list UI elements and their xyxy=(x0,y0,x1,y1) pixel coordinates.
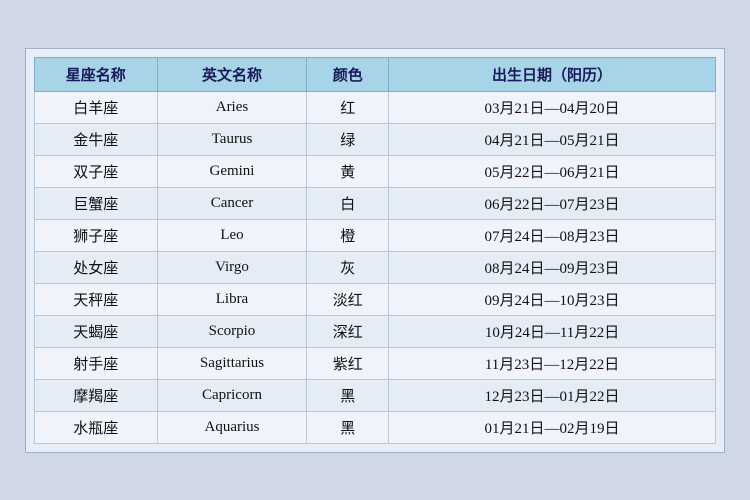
cell-en: Capricorn xyxy=(157,379,307,411)
cell-color: 深红 xyxy=(307,315,389,347)
cell-en: Scorpio xyxy=(157,315,307,347)
cell-en: Cancer xyxy=(157,187,307,219)
cell-cn: 天秤座 xyxy=(35,283,158,315)
cell-date: 08月24日—09月23日 xyxy=(389,251,716,283)
cell-color: 黑 xyxy=(307,411,389,443)
cell-date: 01月21日—02月19日 xyxy=(389,411,716,443)
table-row: 天秤座Libra淡红09月24日—10月23日 xyxy=(35,283,716,315)
table-row: 摩羯座Capricorn黑12月23日—01月22日 xyxy=(35,379,716,411)
cell-date: 06月22日—07月23日 xyxy=(389,187,716,219)
cell-cn: 狮子座 xyxy=(35,219,158,251)
cell-date: 09月24日—10月23日 xyxy=(389,283,716,315)
cell-cn: 双子座 xyxy=(35,155,158,187)
cell-cn: 白羊座 xyxy=(35,91,158,123)
cell-cn: 处女座 xyxy=(35,251,158,283)
cell-color: 红 xyxy=(307,91,389,123)
cell-color: 橙 xyxy=(307,219,389,251)
table-row: 射手座Sagittarius紫红11月23日—12月22日 xyxy=(35,347,716,379)
header-color: 颜色 xyxy=(307,57,389,91)
table-row: 处女座Virgo灰08月24日—09月23日 xyxy=(35,251,716,283)
cell-cn: 水瓶座 xyxy=(35,411,158,443)
table-row: 金牛座Taurus绿04月21日—05月21日 xyxy=(35,123,716,155)
zodiac-table: 星座名称 英文名称 颜色 出生日期（阳历） 白羊座Aries红03月21日—04… xyxy=(34,57,716,444)
cell-en: Virgo xyxy=(157,251,307,283)
cell-en: Gemini xyxy=(157,155,307,187)
cell-date: 07月24日—08月23日 xyxy=(389,219,716,251)
cell-color: 白 xyxy=(307,187,389,219)
cell-date: 03月21日—04月20日 xyxy=(389,91,716,123)
cell-color: 紫红 xyxy=(307,347,389,379)
table-row: 天蝎座Scorpio深红10月24日—11月22日 xyxy=(35,315,716,347)
cell-color: 绿 xyxy=(307,123,389,155)
header-cn: 星座名称 xyxy=(35,57,158,91)
table-row: 双子座Gemini黄05月22日—06月21日 xyxy=(35,155,716,187)
cell-cn: 天蝎座 xyxy=(35,315,158,347)
table-header-row: 星座名称 英文名称 颜色 出生日期（阳历） xyxy=(35,57,716,91)
cell-color: 灰 xyxy=(307,251,389,283)
cell-en: Aries xyxy=(157,91,307,123)
table-row: 水瓶座Aquarius黑01月21日—02月19日 xyxy=(35,411,716,443)
cell-en: Sagittarius xyxy=(157,347,307,379)
main-container: 星座名称 英文名称 颜色 出生日期（阳历） 白羊座Aries红03月21日—04… xyxy=(25,48,725,453)
cell-date: 11月23日—12月22日 xyxy=(389,347,716,379)
cell-date: 04月21日—05月21日 xyxy=(389,123,716,155)
cell-date: 12月23日—01月22日 xyxy=(389,379,716,411)
header-en: 英文名称 xyxy=(157,57,307,91)
table-row: 白羊座Aries红03月21日—04月20日 xyxy=(35,91,716,123)
cell-color: 淡红 xyxy=(307,283,389,315)
cell-en: Leo xyxy=(157,219,307,251)
cell-color: 黑 xyxy=(307,379,389,411)
cell-date: 10月24日—11月22日 xyxy=(389,315,716,347)
cell-color: 黄 xyxy=(307,155,389,187)
cell-cn: 巨蟹座 xyxy=(35,187,158,219)
cell-en: Taurus xyxy=(157,123,307,155)
cell-cn: 摩羯座 xyxy=(35,379,158,411)
cell-en: Aquarius xyxy=(157,411,307,443)
table-row: 狮子座Leo橙07月24日—08月23日 xyxy=(35,219,716,251)
table-row: 巨蟹座Cancer白06月22日—07月23日 xyxy=(35,187,716,219)
cell-cn: 射手座 xyxy=(35,347,158,379)
cell-en: Libra xyxy=(157,283,307,315)
cell-cn: 金牛座 xyxy=(35,123,158,155)
header-date: 出生日期（阳历） xyxy=(389,57,716,91)
cell-date: 05月22日—06月21日 xyxy=(389,155,716,187)
